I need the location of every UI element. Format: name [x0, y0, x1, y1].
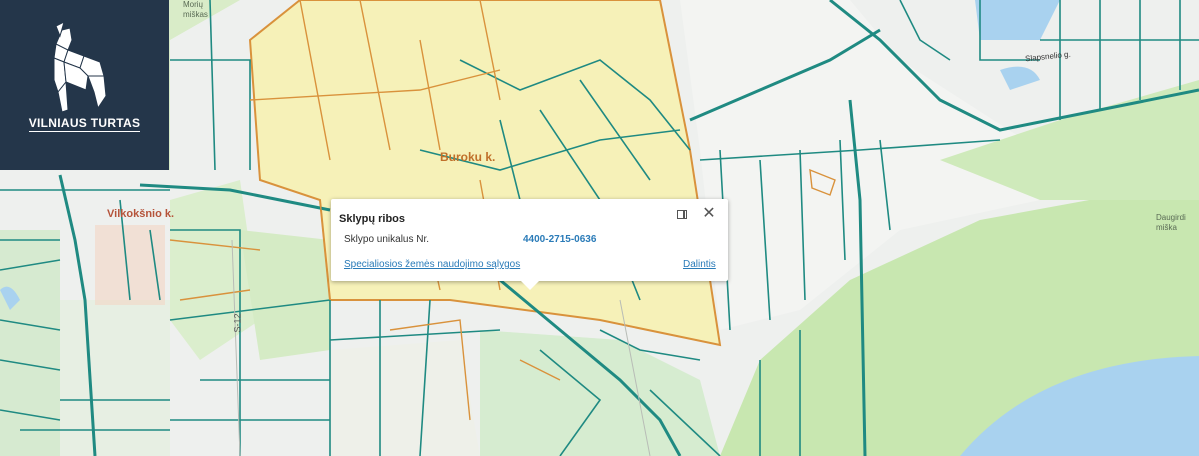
- village-label-burokai: Buroku k.: [440, 150, 496, 164]
- logo-panel[interactable]: VILNIAUS TURTAS: [0, 0, 169, 170]
- logo-text: VILNIAUS TURTAS: [28, 116, 141, 132]
- maximize-icon[interactable]: [677, 210, 687, 219]
- popup-title: Sklypų ribos: [339, 213, 406, 225]
- village-label-vilkoksnio: Vilkokšnio k.: [107, 208, 175, 220]
- forest-label-daugirdi: Daugirdi miška: [1156, 213, 1186, 232]
- special-conditions-link[interactable]: Specialiosios žemės naudojimo sąlygos: [344, 259, 520, 270]
- forest-label-moriu: Morių miškas: [183, 0, 208, 19]
- road-label-s12: S-12: [232, 313, 243, 333]
- parcel-number-label: Sklypo unikalus Nr.: [344, 234, 430, 245]
- wolf-icon: [53, 21, 107, 113]
- parcel-info-popup: Sklypų ribos ✕ Sklypo unikalus Nr. 4400-…: [331, 199, 728, 290]
- close-icon[interactable]: ✕: [702, 206, 716, 222]
- parcel-number-value: 4400-2715-0636: [523, 234, 597, 245]
- share-link[interactable]: Dalintis: [683, 259, 716, 270]
